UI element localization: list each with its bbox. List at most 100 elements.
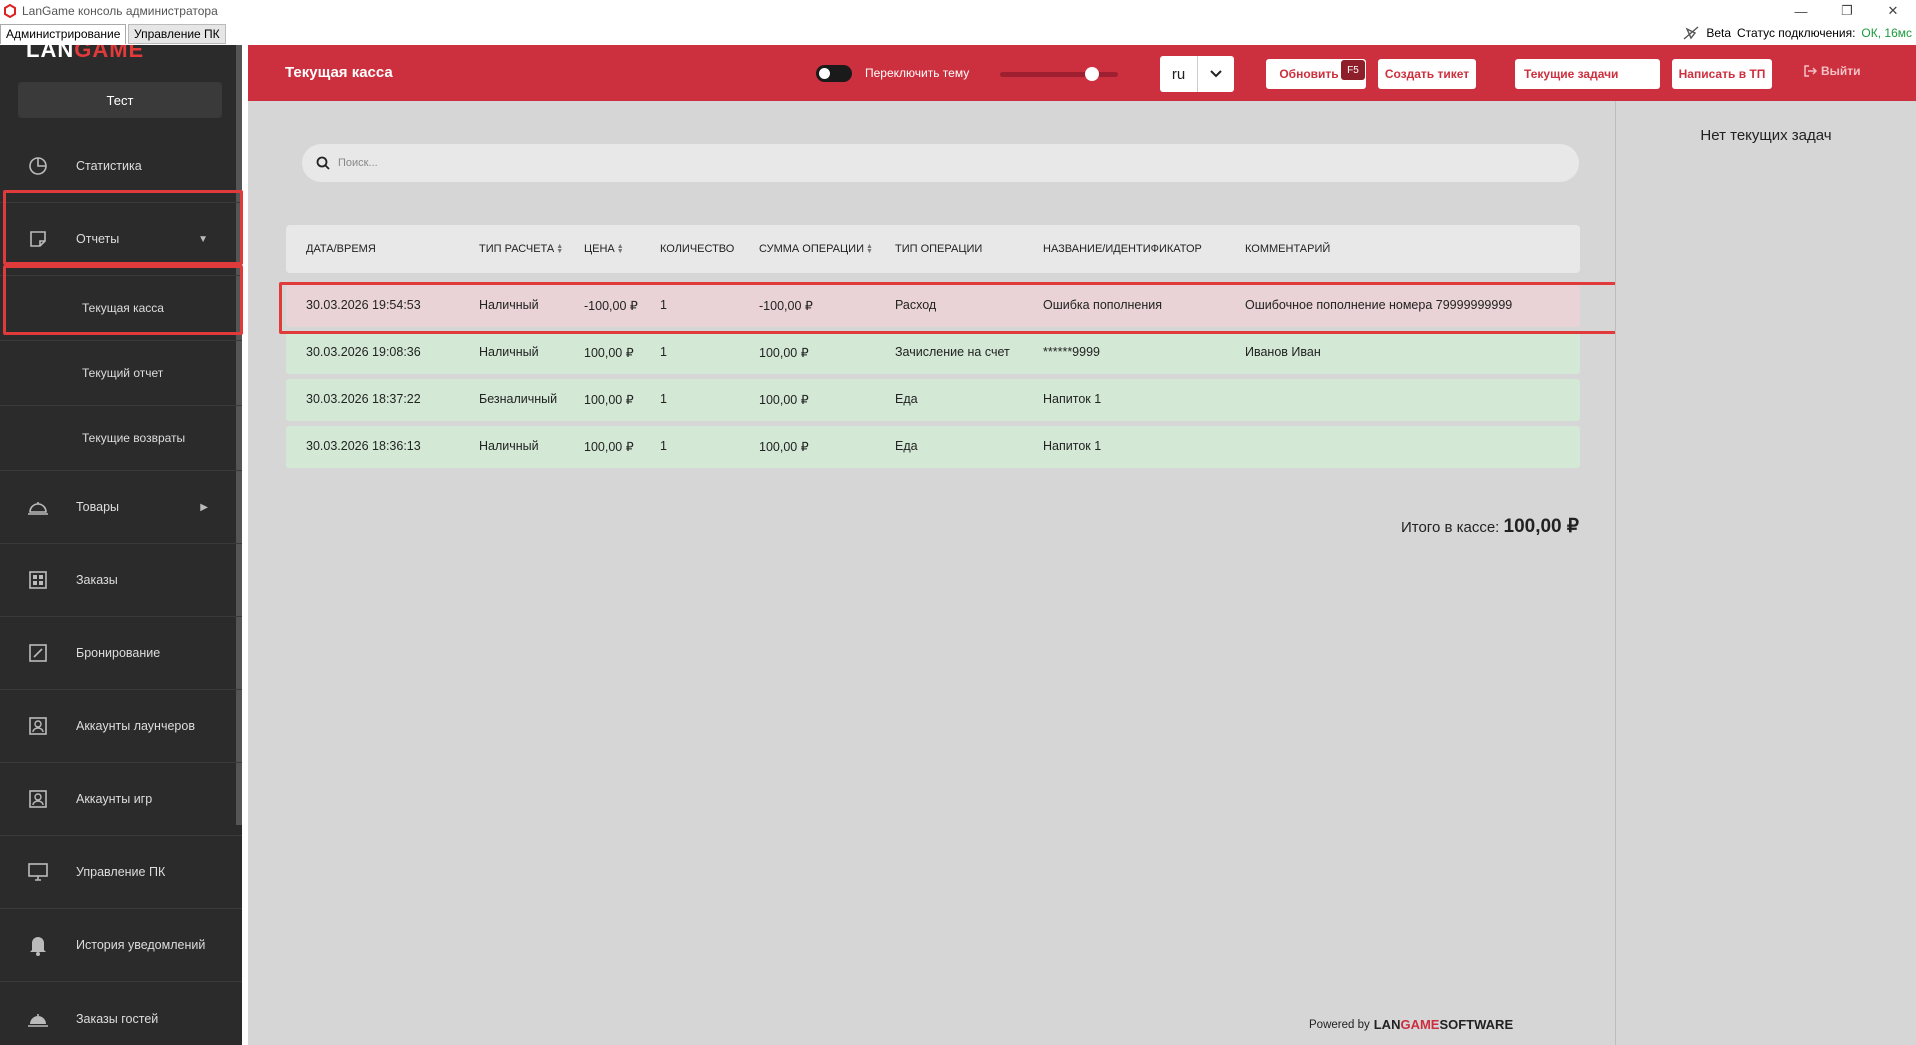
menu-bar: Администрирование Управление ПК Beta Ста… bbox=[0, 22, 1916, 44]
close-button[interactable]: ✕ bbox=[1870, 0, 1916, 22]
search-bar[interactable]: Поиск... bbox=[302, 144, 1579, 182]
beta-label: Beta bbox=[1706, 26, 1732, 40]
status-value: ОК, 16мс bbox=[1861, 26, 1912, 40]
cell-operation-type: Еда bbox=[895, 392, 918, 406]
brightness-slider[interactable] bbox=[1000, 72, 1118, 77]
grid-icon bbox=[27, 569, 49, 591]
theme-toggle-label: Переключить тему bbox=[865, 66, 970, 80]
sidebar-subitem-current-returns[interactable]: Текущие возвраты bbox=[0, 406, 242, 471]
cell-quantity: 1 bbox=[660, 439, 667, 453]
brand-logo: LANGAME bbox=[26, 45, 145, 59]
airplane-icon bbox=[1683, 26, 1699, 40]
sidebar-item-reports[interactable]: Отчеты ▼ bbox=[0, 203, 242, 276]
slider-handle[interactable] bbox=[1085, 67, 1100, 81]
sidebar-subitem-current-cash[interactable]: Текущая касса bbox=[0, 276, 242, 341]
column-datetime[interactable]: ДАТА/ВРЕМЯ bbox=[306, 243, 376, 255]
sidebar-item-launcher-accounts[interactable]: Аккаунты лаунчеров bbox=[0, 690, 242, 763]
sidebar-item-pc-management[interactable]: Управление ПК bbox=[0, 836, 242, 909]
table-row[interactable]: 30.03.2026 19:54:53 Наличный -100,00 ₽ 1… bbox=[286, 285, 1580, 327]
cell-sum: -100,00 ₽ bbox=[759, 299, 813, 313]
sidebar-item-label: Отчеты bbox=[76, 232, 120, 246]
cell-price: 100,00 ₽ bbox=[584, 393, 634, 407]
cell-payment-type: Наличный bbox=[479, 298, 539, 312]
cell-datetime: 30.03.2026 18:37:22 bbox=[306, 392, 421, 406]
sidebar-item-label: Статистика bbox=[76, 159, 142, 173]
tab-administration[interactable]: Администрирование bbox=[0, 24, 127, 44]
status-label: Статус подключения: bbox=[1737, 26, 1856, 40]
column-price[interactable]: ЦЕНА ▲ ▼ bbox=[584, 243, 624, 255]
footer-brand: LANGAMESOFTWARE bbox=[1373, 1017, 1514, 1032]
sort-icon[interactable]: ▲ ▼ bbox=[556, 243, 563, 255]
current-tasks-button[interactable]: Текущие задачи bbox=[1515, 59, 1660, 89]
sidebar-item-game-accounts[interactable]: Аккаунты игр bbox=[0, 763, 242, 836]
connection-status: Beta Статус подключения: ОК, 16мс bbox=[1682, 25, 1912, 41]
user-button[interactable]: Тест bbox=[18, 82, 222, 118]
tab-pc-management[interactable]: Управление ПК bbox=[128, 24, 226, 44]
minimize-button[interactable]: — bbox=[1778, 0, 1824, 22]
table-row[interactable]: 30.03.2026 18:37:22 Безналичный 100,00 ₽… bbox=[286, 379, 1580, 421]
column-quantity[interactable]: КОЛИЧЕСТВО bbox=[660, 243, 734, 255]
cell-datetime: 30.03.2026 18:36:13 bbox=[306, 439, 421, 453]
cell-sum: 100,00 ₽ bbox=[759, 393, 809, 407]
edit-icon bbox=[27, 642, 49, 664]
sidebar-item-label: Аккаунты лаунчеров bbox=[76, 719, 195, 733]
sidebar-item-label: Заказы гостей bbox=[76, 1011, 159, 1026]
sort-icon[interactable]: ▲ ▼ bbox=[617, 243, 624, 255]
column-comment[interactable]: КОММЕНТАРИЙ bbox=[1245, 243, 1330, 255]
restore-button[interactable]: ❐ bbox=[1824, 0, 1870, 22]
sidebar-item-orders[interactable]: Заказы bbox=[0, 544, 242, 617]
cell-operation-type: Еда bbox=[895, 439, 918, 453]
app-window: LanGame консоль администратора — ❐ ✕ Адм… bbox=[0, 0, 1916, 1045]
header-bar: Текущая касса Переключить тему ru Обнови… bbox=[248, 45, 1916, 101]
sidebar-item-goods[interactable]: Товары ▶ bbox=[0, 471, 242, 544]
cell-payment-type: Наличный bbox=[479, 345, 539, 359]
cell-quantity: 1 bbox=[660, 298, 667, 312]
refresh-shortcut-badge: F5 bbox=[1341, 60, 1365, 80]
create-ticket-button[interactable]: Создать тикет bbox=[1378, 59, 1476, 89]
search-input[interactable]: Поиск... bbox=[338, 157, 378, 169]
powered-by-label: Powered by bbox=[1309, 1018, 1370, 1031]
cell-name-id: Напиток 1 bbox=[1043, 439, 1102, 453]
total-label: Итого в кассе: bbox=[1400, 519, 1500, 536]
search-icon bbox=[316, 156, 330, 170]
sidebar-item-notification-history[interactable]: История уведомлений bbox=[0, 909, 242, 982]
sidebar-subitem-current-report[interactable]: Текущий отчет bbox=[0, 341, 242, 406]
write-support-button[interactable]: Написать в ТП bbox=[1672, 59, 1772, 89]
chevron-down-icon: ▼ bbox=[198, 233, 208, 245]
table-row[interactable]: 30.03.2026 19:08:36 Наличный 100,00 ₽ 1 … bbox=[286, 332, 1580, 374]
cell-name-id: Ошибка пополнения bbox=[1043, 298, 1163, 312]
sidebar-item-guest-orders[interactable]: Заказы гостей bbox=[0, 982, 242, 1045]
sidebar-item-label: Товары bbox=[76, 500, 119, 514]
sidebar-item-label: Заказы bbox=[76, 573, 118, 587]
account-icon bbox=[27, 715, 49, 737]
sidebar-item-booking[interactable]: Бронирование bbox=[0, 617, 242, 690]
column-payment-type[interactable]: ТИП РАСЧЕТА ▲ ▼ bbox=[479, 243, 563, 255]
sidebar-item-label: Аккаунты игр bbox=[76, 792, 153, 806]
sidebar-item-label: Бронирование bbox=[76, 646, 161, 660]
sidebar-item-statistics[interactable]: Статистика bbox=[0, 130, 242, 203]
cell-payment-type: Наличный bbox=[479, 439, 539, 453]
column-sum[interactable]: СУММА ОПЕРАЦИИ ▲ ▼ bbox=[759, 243, 873, 255]
cash-total: Итого в кассе: 100,00 ₽ bbox=[1401, 515, 1579, 538]
cell-comment: Ошибочное пополнение номера 79999999999 bbox=[1245, 298, 1513, 312]
cloche-icon bbox=[27, 496, 49, 518]
column-operation-type[interactable]: ТИП ОПЕРАЦИИ bbox=[895, 243, 982, 255]
sidebar-item-label: Управление ПК bbox=[76, 865, 166, 879]
language-select[interactable]: ru bbox=[1160, 56, 1234, 92]
total-value: 100,00 ₽ bbox=[1503, 516, 1579, 537]
page-title: Текущая касса bbox=[285, 64, 393, 81]
pie-chart-icon bbox=[27, 155, 49, 177]
table-row[interactable]: 30.03.2026 18:36:13 Наличный 100,00 ₽ 1 … bbox=[286, 426, 1580, 468]
cell-name-id: ******9999 bbox=[1043, 345, 1100, 359]
cell-name-id: Напиток 1 bbox=[1043, 392, 1102, 406]
logout-button[interactable]: Выйти bbox=[1803, 64, 1861, 78]
bell-icon bbox=[27, 934, 49, 956]
title-bar: LanGame консоль администратора — ❐ ✕ bbox=[0, 0, 1916, 22]
chevron-down-icon bbox=[1198, 69, 1234, 79]
table-header: ДАТА/ВРЕМЯ ТИП РАСЧЕТА ▲ ▼ ЦЕНА ▲ ▼ КОЛИЧЕСТ… bbox=[286, 225, 1580, 273]
cloche-icon bbox=[27, 1008, 49, 1030]
theme-toggle[interactable] bbox=[816, 65, 852, 82]
column-name-id[interactable]: НАЗВАНИЕ/ИДЕНТИФИКАТОР bbox=[1043, 243, 1202, 255]
sort-icon[interactable]: ▲ ▼ bbox=[866, 243, 873, 255]
cell-operation-type: Зачисление на счет bbox=[895, 345, 1010, 359]
